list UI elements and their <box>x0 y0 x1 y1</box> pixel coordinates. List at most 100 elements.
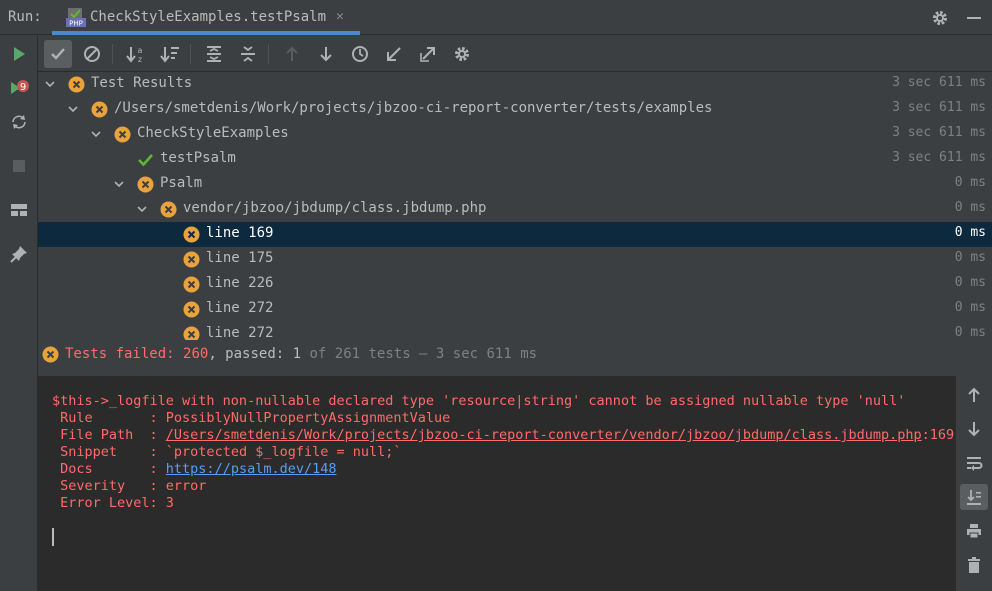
console-snippet-line: Snippet : `protected $_logfile = null;` <box>52 444 401 460</box>
console-file-key: File Path : <box>52 427 166 443</box>
failed-icon <box>42 346 59 363</box>
toggle-auto-test-button[interactable] <box>7 110 31 134</box>
failed-icon <box>114 126 131 143</box>
console-docs-link[interactable]: https://psalm.dev/148 <box>166 461 337 477</box>
collapse-all-button[interactable] <box>234 40 262 68</box>
next-failed-button[interactable] <box>312 40 340 68</box>
print-button[interactable] <box>960 518 988 544</box>
printer-icon <box>967 524 981 539</box>
rerun-button[interactable] <box>7 42 31 66</box>
tree-row-label: line 272 <box>206 325 274 340</box>
tree-row-label: line 169 <box>206 225 274 241</box>
console-error-message: $this->_logfile with non-nullable declar… <box>52 393 906 409</box>
left-toolbar: 9 <box>0 36 38 591</box>
console-rule-key: Rule : <box>52 410 166 426</box>
chevron-down-icon[interactable] <box>90 128 102 140</box>
sort-by-duration-button[interactable] <box>156 40 184 68</box>
tree-row-duration: 0 ms <box>954 200 986 215</box>
tree-row-label: line 272 <box>206 300 274 316</box>
import-tests-button[interactable] <box>380 40 408 68</box>
close-icon[interactable]: ✕ <box>336 9 344 24</box>
arrow-down-icon <box>968 422 980 437</box>
export-tests-button[interactable] <box>414 40 442 68</box>
sort-alpha-icon: a z <box>126 46 143 63</box>
scroll-to-end-button[interactable] <box>960 484 988 510</box>
tree-row-duration: 0 ms <box>954 275 986 290</box>
passed-check-icon <box>138 154 153 167</box>
previous-failed-button[interactable] <box>278 40 306 68</box>
tree-row-label: Psalm <box>160 175 203 191</box>
console-level-value: 3 <box>165 495 174 511</box>
sort-alphabetically-button[interactable]: a z <box>122 40 150 68</box>
tree-row-test-psalm[interactable]: testPsalm 3 sec 611 ms <box>38 147 992 172</box>
rerun-failed-icon: 9 <box>11 80 29 94</box>
layout-button[interactable] <box>7 198 31 222</box>
tree-row-examples-dir[interactable]: /Users/smetdenis/Work/projects/jbzoo-ci-… <box>38 97 992 122</box>
chevron-down-icon[interactable] <box>67 103 79 115</box>
status-summary: Tests failed: 260, passed: 1 of 261 test… <box>65 346 537 362</box>
minimize-button[interactable] <box>962 6 986 30</box>
scroll-to-end-icon <box>967 490 981 505</box>
export-icon <box>420 47 435 62</box>
tree-row-duration: 3 sec 611 ms <box>892 100 986 115</box>
console-severity-line: Severity : error <box>52 478 206 494</box>
tree-row-jbdump-file[interactable]: vendor/jbzoo/jbdump/class.jbdump.php 0 m… <box>38 197 992 222</box>
console-severity-value: error <box>165 478 207 494</box>
failed-icon <box>91 101 108 118</box>
tree-row-label: testPsalm <box>160 150 236 166</box>
tree-row-line-272[interactable]: line 272 0 ms <box>38 322 992 340</box>
console-rule-value: PossiblyNullPropertyAssignmentValue <box>165 410 451 426</box>
tab-check-style-examples[interactable]: PHP CheckStyleExamples.testPsalm ✕ <box>52 0 360 35</box>
pin-tab-button[interactable] <box>7 242 31 266</box>
toolbar-separator <box>190 44 191 64</box>
console-docs-key: Docs : <box>52 461 166 477</box>
console-severity-key: Severity : <box>52 478 166 494</box>
test-history-button[interactable] <box>346 40 374 68</box>
console-snippet-key: Snippet : <box>52 444 166 460</box>
console-rule-line: Rule : PossiblyNullPropertyAssignmentVal… <box>52 410 450 426</box>
tree-row-line-169[interactable]: line 169 0 ms <box>38 222 992 247</box>
arrow-up-icon <box>286 46 298 61</box>
clear-all-button[interactable] <box>960 552 988 578</box>
run-icon <box>14 47 25 61</box>
tree-row-checkstyle-examples[interactable]: CheckStyleExamples 3 sec 611 ms <box>38 122 992 147</box>
console-toolbar <box>956 376 992 591</box>
show-ignored-button[interactable] <box>78 40 106 68</box>
tree-row-psalm[interactable]: Psalm 0 ms <box>38 172 992 197</box>
chevron-down-icon[interactable] <box>136 203 148 215</box>
tab-underline <box>52 31 360 35</box>
console-file-link[interactable]: /Users/smetdenis/Work/projects/jbzoo-ci-… <box>166 427 922 443</box>
console-output[interactable]: $this->_logfile with non-nullable declar… <box>38 376 956 591</box>
rerun-failed-button[interactable]: 9 <box>7 76 31 100</box>
pin-icon <box>10 246 27 263</box>
console-file-line: File Path : /Users/smetdenis/Work/projec… <box>52 427 954 443</box>
tree-row-test-results[interactable]: Test Results 3 sec 611 ms <box>38 72 992 97</box>
test-toolbar: a z <box>38 36 992 72</box>
tree-row-duration: 0 ms <box>954 225 986 240</box>
tree-row-line-226[interactable]: line 226 0 ms <box>38 272 992 297</box>
soft-wrap-button[interactable] <box>960 450 988 476</box>
stop-button[interactable] <box>7 154 31 178</box>
tree-row-duration: 0 ms <box>954 250 986 265</box>
failed-icon <box>183 276 200 293</box>
tree-row-duration: 0 ms <box>954 175 986 190</box>
tree-row-duration: 3 sec 611 ms <box>892 125 986 140</box>
settings-button[interactable] <box>928 6 952 30</box>
tree-row-label: line 175 <box>206 250 274 266</box>
tree-row-duration: 3 sec 611 ms <box>892 75 986 90</box>
tree-row-line-272[interactable]: line 272 0 ms <box>38 297 992 322</box>
chevron-down-icon[interactable] <box>44 78 56 90</box>
auto-test-icon <box>12 115 26 129</box>
show-passed-button[interactable] <box>44 40 72 68</box>
import-icon <box>387 47 401 61</box>
soft-wrap-icon <box>967 457 983 471</box>
chevron-down-icon[interactable] <box>113 178 125 190</box>
test-settings-button[interactable] <box>448 40 476 68</box>
failed-icon <box>183 326 200 340</box>
tree-row-line-175[interactable]: line 175 0 ms <box>38 247 992 272</box>
console-docs-line: Docs : https://psalm.dev/148 <box>52 461 336 477</box>
scroll-up-button[interactable] <box>960 382 988 408</box>
scroll-down-button[interactable] <box>960 416 988 442</box>
checkmark-icon <box>51 48 65 60</box>
expand-all-button[interactable] <box>200 40 228 68</box>
